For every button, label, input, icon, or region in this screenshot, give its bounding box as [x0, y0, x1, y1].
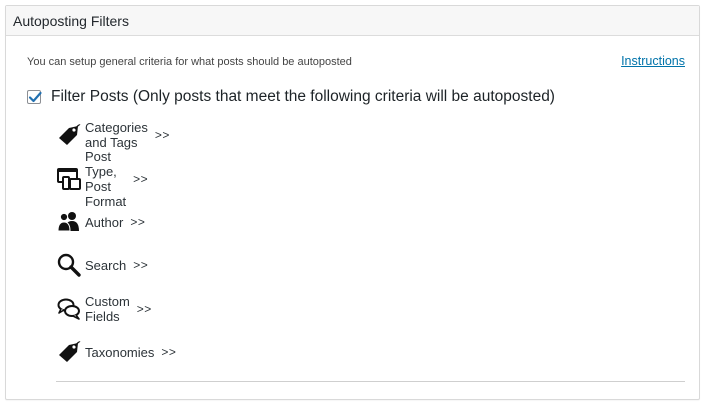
post-type-post-format-item[interactable]: Post Type, Post Format >>: [56, 149, 149, 209]
instructions-link[interactable]: Instructions: [621, 54, 685, 68]
taxonomies-item[interactable]: Taxonomies >>: [56, 339, 176, 365]
users-icon: [56, 209, 82, 235]
post-type-icon: [56, 166, 82, 192]
panel-title: Autoposting Filters: [13, 12, 129, 29]
item-label: Author: [85, 214, 124, 230]
checkmark-icon: [28, 91, 42, 103]
custom-fields-item[interactable]: Custom Fields >>: [56, 294, 152, 324]
item-label: Search: [85, 257, 127, 273]
categories-and-tags-item[interactable]: Categories and Tags >>: [56, 120, 170, 150]
expand-arrows: >>: [133, 172, 149, 186]
expand-arrows: >>: [133, 258, 149, 272]
item-label: Custom Fields: [85, 294, 130, 324]
panel-header: Autoposting Filters: [6, 6, 699, 36]
expand-arrows: >>: [154, 128, 170, 142]
autoposting-filters-panel: Autoposting Filters You can setup genera…: [5, 5, 700, 400]
search-item[interactable]: Search >>: [56, 252, 148, 278]
item-label: Categories and Tags: [85, 120, 148, 150]
item-label: Post Type, Post Format: [85, 149, 127, 209]
divider: [56, 381, 685, 382]
expand-arrows: >>: [161, 345, 177, 359]
item-label: Taxonomies: [85, 344, 155, 360]
filter-posts-checkbox[interactable]: [27, 90, 42, 104]
filter-posts-row: Filter Posts (Only posts that meet the f…: [27, 88, 555, 106]
author-item[interactable]: Author >>: [56, 209, 145, 235]
tag-icon: [56, 122, 82, 148]
tag-icon: [56, 339, 82, 365]
search-icon: [56, 252, 82, 278]
filter-posts-label: Filter Posts (Only posts that meet the f…: [51, 88, 555, 105]
intro-text: You can setup general criteria for what …: [27, 56, 352, 68]
expand-arrows: >>: [130, 215, 146, 229]
expand-arrows: >>: [136, 302, 152, 316]
chat-bubbles-icon: [56, 296, 82, 322]
